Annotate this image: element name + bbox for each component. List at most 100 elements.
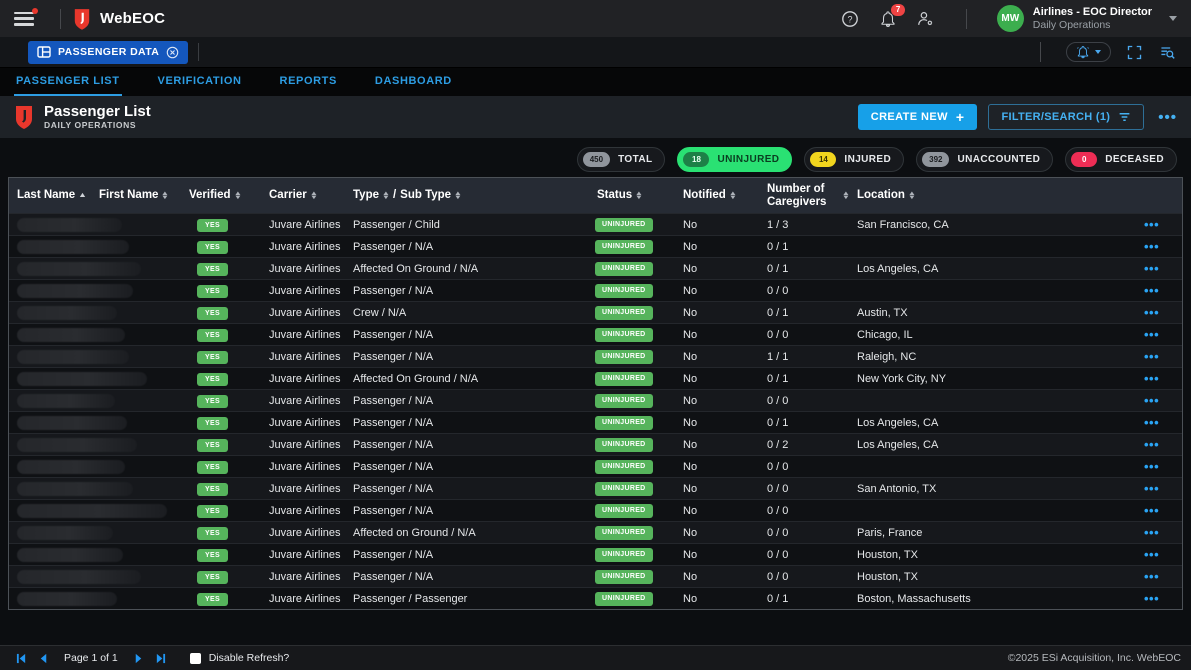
tab-reports[interactable]: REPORTS — [278, 69, 339, 96]
summary-pill-deceased[interactable]: 0DECEASED — [1065, 147, 1177, 172]
table-row[interactable]: YESJuvare AirlinesPassenger / N/AUNINJUR… — [9, 433, 1182, 455]
cell-type-subtype: Passenger / Passenger — [345, 593, 589, 605]
row-actions-icon[interactable]: ••• — [1138, 481, 1182, 496]
table-row[interactable]: YESJuvare AirlinesPassenger / N/AUNINJUR… — [9, 323, 1182, 345]
disable-refresh-checkbox[interactable] — [190, 653, 201, 664]
first-page-button[interactable] — [10, 650, 32, 666]
table-row[interactable]: YESJuvare AirlinesCrew / N/AUNINJUREDNo0… — [9, 301, 1182, 323]
table-row[interactable]: YESJuvare AirlinesPassenger / N/AUNINJUR… — [9, 455, 1182, 477]
col-location[interactable]: Location ▲▼ — [849, 189, 1138, 202]
row-actions-icon[interactable]: ••• — [1138, 261, 1182, 276]
board-tab-bar: PASSENGER DATA — [0, 37, 1191, 68]
menu-icon[interactable] — [14, 12, 34, 26]
row-actions-icon[interactable]: ••• — [1138, 371, 1182, 386]
tab-dashboard[interactable]: DASHBOARD — [373, 69, 454, 96]
row-actions-icon[interactable]: ••• — [1138, 239, 1182, 254]
table-row[interactable]: YESJuvare AirlinesPassenger / PassengerU… — [9, 587, 1182, 609]
cell-carrier: Juvare Airlines — [261, 527, 345, 539]
row-actions-icon[interactable]: ••• — [1138, 305, 1182, 320]
last-page-button[interactable] — [150, 650, 172, 666]
tab-passenger-list[interactable]: PASSENGER LIST — [14, 69, 122, 96]
col-last-name[interactable]: Last Name ▲ — [9, 189, 91, 202]
next-page-button[interactable] — [128, 650, 150, 666]
row-actions-icon[interactable]: ••• — [1138, 525, 1182, 540]
board-tab-passenger-data[interactable]: PASSENGER DATA — [28, 41, 188, 64]
table-row[interactable]: YESJuvare AirlinesAffected On Ground / N… — [9, 257, 1182, 279]
cell-type-subtype: Passenger / Child — [345, 219, 589, 231]
table-row[interactable]: YESJuvare AirlinesAffected on Ground / N… — [9, 521, 1182, 543]
verified-badge: YES — [197, 263, 228, 276]
row-actions-icon[interactable]: ••• — [1138, 217, 1182, 232]
row-actions-icon[interactable]: ••• — [1138, 591, 1182, 606]
cell-verified: YES — [181, 438, 261, 452]
cell-notified: No — [675, 549, 759, 561]
row-actions-icon[interactable]: ••• — [1138, 503, 1182, 518]
col-notified[interactable]: Notified ▲▼ — [675, 189, 759, 202]
user-admin-icon[interactable] — [916, 9, 936, 29]
row-actions-icon[interactable]: ••• — [1138, 459, 1182, 474]
table-row[interactable]: YESJuvare AirlinesAffected On Ground / N… — [9, 367, 1182, 389]
col-status[interactable]: Status ▲▼ — [589, 189, 675, 202]
cell-type-subtype: Passenger / N/A — [345, 439, 589, 451]
cell-verified: YES — [181, 570, 261, 584]
sort-icon: ▲▼ — [730, 192, 736, 200]
row-actions-icon[interactable]: ••• — [1138, 569, 1182, 584]
table-row[interactable]: YESJuvare AirlinesPassenger / N/AUNINJUR… — [9, 411, 1182, 433]
notifications-bell-icon[interactable]: 7 — [878, 9, 898, 29]
table-row[interactable]: YESJuvare AirlinesPassenger / N/AUNINJUR… — [9, 543, 1182, 565]
cell-location: Los Angeles, CA — [849, 263, 1138, 275]
close-icon[interactable] — [166, 46, 179, 59]
col-type-subtype[interactable]: Type ▲▼ / Sub Type ▲▼ — [345, 189, 589, 202]
search-list-icon[interactable] — [1157, 42, 1177, 62]
cell-notified: No — [675, 527, 759, 539]
cell-carrier: Juvare Airlines — [261, 307, 345, 319]
divider — [198, 43, 199, 61]
table-row[interactable]: YESJuvare AirlinesPassenger / ChildUNINJ… — [9, 213, 1182, 235]
board-alerts-dropdown[interactable] — [1066, 42, 1111, 62]
table-row[interactable]: YESJuvare AirlinesPassenger / N/AUNINJUR… — [9, 565, 1182, 587]
col-first-name[interactable]: First Name ▲▼ — [91, 189, 181, 202]
row-actions-icon[interactable]: ••• — [1138, 349, 1182, 364]
cell-verified: YES — [181, 306, 261, 320]
filter-search-button[interactable]: FILTER/SEARCH (1) — [988, 104, 1144, 130]
more-options-icon[interactable]: ••• — [1158, 109, 1177, 126]
cell-location: Raleigh, NC — [849, 351, 1138, 363]
row-actions-icon[interactable]: ••• — [1138, 437, 1182, 452]
col-carrier[interactable]: Carrier ▲▼ — [261, 189, 345, 202]
summary-pill-uninjured[interactable]: 18UNINJURED — [677, 147, 792, 172]
summary-pill-injured[interactable]: 14INJURED — [804, 147, 904, 172]
cell-verified: YES — [181, 526, 261, 540]
table-row[interactable]: YESJuvare AirlinesPassenger / N/AUNINJUR… — [9, 477, 1182, 499]
summary-pill-unaccounted[interactable]: 392UNACCOUNTED — [916, 147, 1053, 172]
table-body: YESJuvare AirlinesPassenger / ChildUNINJ… — [9, 213, 1182, 609]
row-actions-icon[interactable]: ••• — [1138, 393, 1182, 408]
col-caregivers[interactable]: Number of Caregivers ▲▼ — [759, 183, 849, 209]
tab-verification[interactable]: VERIFICATION — [156, 69, 244, 96]
summary-pill-total[interactable]: 450TOTAL — [577, 147, 666, 172]
table-row[interactable]: YESJuvare AirlinesPassenger / N/AUNINJUR… — [9, 345, 1182, 367]
cell-location: Paris, France — [849, 527, 1138, 539]
table-row[interactable]: YESJuvare AirlinesPassenger / N/AUNINJUR… — [9, 499, 1182, 521]
help-icon[interactable]: ? — [840, 9, 860, 29]
cell-type-subtype: Affected On Ground / N/A — [345, 263, 589, 275]
status-badge: UNINJURED — [595, 592, 653, 606]
user-incident: Daily Operations — [1033, 19, 1152, 32]
cell-carrier: Juvare Airlines — [261, 417, 345, 429]
verified-badge: YES — [197, 395, 228, 408]
previous-page-button[interactable] — [32, 650, 54, 666]
col-verified[interactable]: Verified ▲▼ — [181, 189, 261, 202]
fullscreen-icon[interactable] — [1124, 42, 1144, 62]
table-row[interactable]: YESJuvare AirlinesPassenger / N/AUNINJUR… — [9, 389, 1182, 411]
row-actions-icon[interactable]: ••• — [1138, 283, 1182, 298]
alarm-bell-icon — [1076, 45, 1090, 59]
cell-notified: No — [675, 263, 759, 275]
row-actions-icon[interactable]: ••• — [1138, 415, 1182, 430]
row-actions-icon[interactable]: ••• — [1138, 327, 1182, 342]
user-menu[interactable]: MW Airlines - EOC Director Daily Operati… — [997, 5, 1177, 32]
cell-carrier: Juvare Airlines — [261, 373, 345, 385]
table-row[interactable]: YESJuvare AirlinesPassenger / N/AUNINJUR… — [9, 279, 1182, 301]
create-new-button[interactable]: CREATE NEW + — [858, 104, 978, 130]
status-badge: UNINJURED — [595, 350, 653, 364]
row-actions-icon[interactable]: ••• — [1138, 547, 1182, 562]
table-row[interactable]: YESJuvare AirlinesPassenger / N/AUNINJUR… — [9, 235, 1182, 257]
